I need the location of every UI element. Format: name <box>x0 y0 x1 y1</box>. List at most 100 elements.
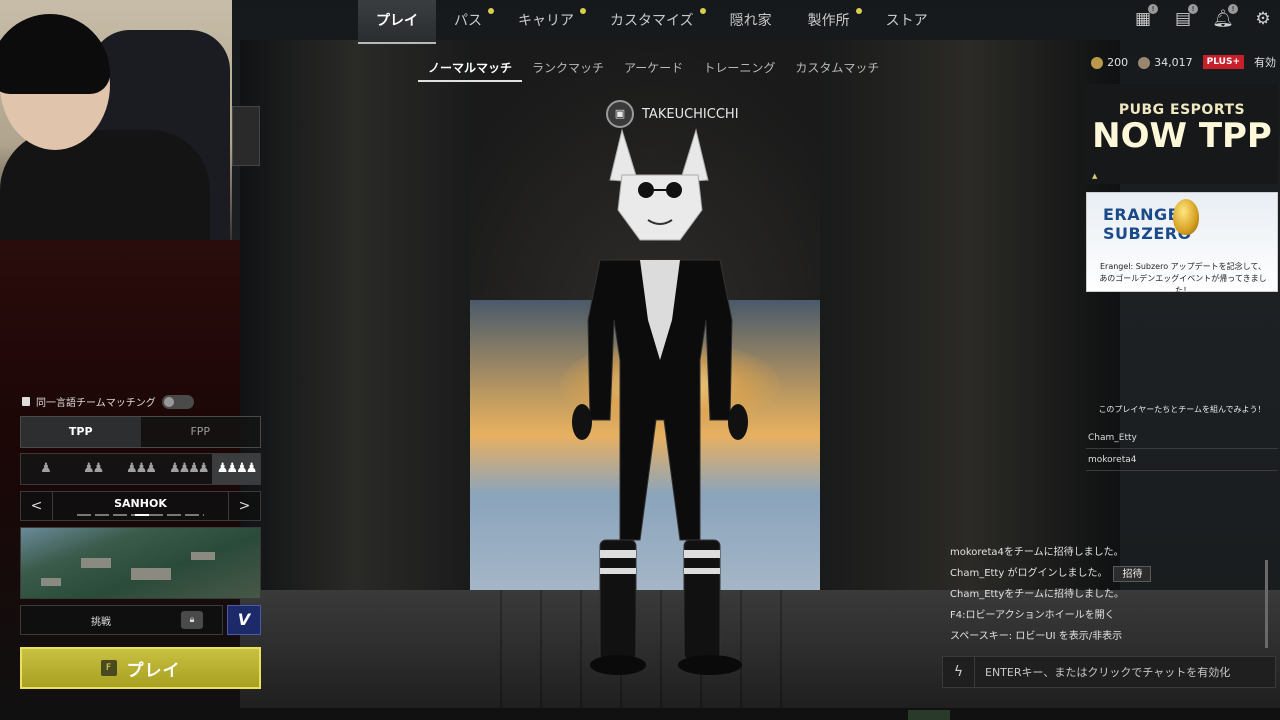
streamer-body <box>0 130 210 240</box>
map-building <box>41 578 61 586</box>
tab-normal-match[interactable]: ノーマルマッチ <box>418 58 523 82</box>
missions-icon[interactable]: ▤! <box>1172 4 1198 30</box>
badge: ! <box>1188 4 1198 14</box>
lang-match-toggle[interactable] <box>161 394 194 409</box>
map-name: SANHOK <box>53 492 228 520</box>
bp[interactable]: 34,017 <box>1138 56 1193 69</box>
badge: ! <box>1228 4 1238 14</box>
chat-message-text: Cham_Etty がログインしました。 <box>950 568 1108 579</box>
erangel-banner-desc: Erangel: Subzero アップデートを記念して、あのゴールデンエッグイ… <box>1099 262 1267 295</box>
tab-ranked-match[interactable]: ランクマッチ <box>522 58 614 82</box>
nav-play-label: プレイ <box>376 13 418 29</box>
bolt-icon: ϟ <box>943 657 975 687</box>
new-indicator-dot <box>580 8 586 14</box>
challenge-button[interactable]: 挑戦 🔒︎ <box>20 605 223 635</box>
g-coin-amount: 200 <box>1107 55 1129 69</box>
golden-egg-icon <box>1173 199 1199 235</box>
player-emblem-icon: ▣ <box>606 100 634 128</box>
top-right-icons: ▦! ▤! 🔔︎! ⚙ <box>1132 4 1274 30</box>
nav-store[interactable]: ストア <box>868 0 946 44</box>
squad-four-icon[interactable]: ♟♟♟♟ <box>164 454 212 484</box>
chat-message-text: F4:ロビーアクションホイールを開く <box>950 610 1115 621</box>
chat-placeholder: ENTERキー、またはクリックでチャットを有効化 <box>985 666 1231 679</box>
team-suggestion: このプレイヤーたちとチームを組んでみよう！ Cham_Etty mokoreta… <box>1086 404 1278 471</box>
hangar-wall-left <box>240 40 470 600</box>
plus-badge[interactable]: PLUS+ <box>1202 55 1244 69</box>
perspective-tpp[interactable]: TPP <box>21 417 141 447</box>
chat-message: mokoreta4をチームに招待しました。 <box>942 542 1268 563</box>
tab-custom-match[interactable]: カスタムマッチ <box>785 58 889 82</box>
squad-trio-icon[interactable]: ♟♟♟ <box>117 454 165 484</box>
tab-training[interactable]: トレーニング <box>693 58 785 82</box>
bp-amount: 34,017 <box>1154 55 1193 69</box>
chat-input[interactable]: ϟ ENTERキー、またはクリックでチャットを有効化 <box>942 656 1276 688</box>
g-coin-icon <box>1091 56 1104 69</box>
map-page-indicator <box>77 514 204 516</box>
inventory-icon[interactable]: ▦! <box>1132 4 1158 30</box>
map-building <box>81 558 111 568</box>
chat-message: Cham_Etty がログインしました。 招待 <box>942 563 1268 584</box>
chat-message: Cham_Ettyをチームに招待しました。 <box>942 584 1268 605</box>
esports-banner[interactable]: PUBG ESPORTS NOW TPP ▲ <box>1086 84 1278 184</box>
streamer-webcam <box>0 0 232 240</box>
nav-pass-label: パス <box>454 13 482 29</box>
v-button[interactable]: V <box>227 605 261 635</box>
squad-custom-icon[interactable]: ♟♟♟♟ <box>212 454 260 484</box>
player-nameplate[interactable]: ▣ TAKEUCHICCHI <box>606 100 739 128</box>
map-next-button[interactable]: > <box>228 492 260 520</box>
chat-message-text: mokoreta4をチームに招待しました。 <box>950 547 1124 558</box>
map-prev-button[interactable]: < <box>21 492 53 520</box>
hangar-wall-right <box>820 40 1120 600</box>
nav-hideout[interactable]: 隠れ家 <box>712 0 790 44</box>
perspective-selector: TPP FPP <box>20 416 261 448</box>
tab-arcade[interactable]: アーケード <box>614 58 693 82</box>
play-hotkey: F <box>100 660 117 676</box>
challenge-label: 挑戦 <box>91 616 111 628</box>
esports-banner-line2: NOW TPP <box>1092 116 1272 156</box>
player-character <box>572 128 748 675</box>
nav-career-label: キャリア <box>518 13 574 29</box>
nav-customize-label: カスタマイズ <box>610 13 694 29</box>
chat-message: F4:ロビーアクションホイールを開く <box>942 605 1268 626</box>
g-coin[interactable]: 200 <box>1091 56 1128 69</box>
top-bar: プレイ パス キャリア カスタマイズ 隠れ家 製作所 ストア ▦! ▤! 🔔︎!… <box>232 0 1280 44</box>
squad-solo-icon[interactable]: ♟ <box>21 454 69 484</box>
team-suggestion-heading: このプレイヤーたちとチームを組んでみよう！ <box>1098 405 1266 414</box>
currency-bar: 200 34,017 PLUS+ 有効 <box>1091 54 1280 70</box>
suggested-player[interactable]: Cham_Etty <box>1086 427 1278 449</box>
chat-scrollbar[interactable] <box>1265 560 1268 648</box>
new-indicator-dot <box>488 8 494 14</box>
nav-hideout-label: 隠れ家 <box>729 13 772 29</box>
notification-icon[interactable]: 🔔︎! <box>1212 4 1238 30</box>
nav-play[interactable]: プレイ <box>358 0 436 44</box>
play-button[interactable]: F プレイ <box>20 647 261 689</box>
nav-customize[interactable]: カスタマイズ <box>592 0 712 44</box>
suggested-player[interactable]: mokoreta4 <box>1086 449 1278 471</box>
settings-icon[interactable]: ⚙ <box>1252 8 1274 30</box>
chat-message-text: スペースキー: ロビーUI を表示/非表示 <box>950 631 1123 642</box>
new-indicator-dot <box>855 8 862 14</box>
match-mode-tabs: ノーマルマッチ ランクマッチ アーケード トレーニング カスタムマッチ <box>418 58 889 82</box>
lang-match-label: 同一言語チームマッチング <box>36 398 156 409</box>
challenge-row: 挑戦 🔒︎ V <box>20 605 261 635</box>
play-label: プレイ <box>126 660 181 681</box>
squad-duo-icon[interactable]: ♟♟ <box>69 454 117 484</box>
bottom-bar-segment <box>908 710 950 720</box>
nav-store-label: ストア <box>885 13 928 29</box>
invite-button[interactable]: 招待 <box>1113 565 1152 582</box>
perspective-fpp[interactable]: FPP <box>140 417 260 447</box>
main-nav: プレイ パス キャリア カスタマイズ 隠れ家 製作所 ストア <box>358 0 946 44</box>
erangel-event-banner[interactable]: ERANGEL SUBZERO Erangel: Subzero アップデートを… <box>1086 192 1278 295</box>
map-preview-image <box>20 527 261 599</box>
badge: ! <box>1148 4 1158 14</box>
bottom-bar <box>240 708 1280 720</box>
nav-workshop-label: 製作所 <box>807 13 850 29</box>
chat-message: スペースキー: ロビーUI を表示/非表示 <box>942 626 1268 647</box>
nav-workshop[interactable]: 製作所 <box>790 0 868 44</box>
chat-message-text: Cham_Ettyをチームに招待しました。 <box>950 589 1124 600</box>
lock-icon: 🔒︎ <box>181 611 203 629</box>
map-selector: < SANHOK > <box>20 491 261 521</box>
squad-size-selector: ♟ ♟♟ ♟♟♟ ♟♟♟♟ ♟♟♟♟ <box>20 453 261 485</box>
nav-pass[interactable]: パス <box>436 0 500 44</box>
nav-career[interactable]: キャリア <box>500 0 592 44</box>
